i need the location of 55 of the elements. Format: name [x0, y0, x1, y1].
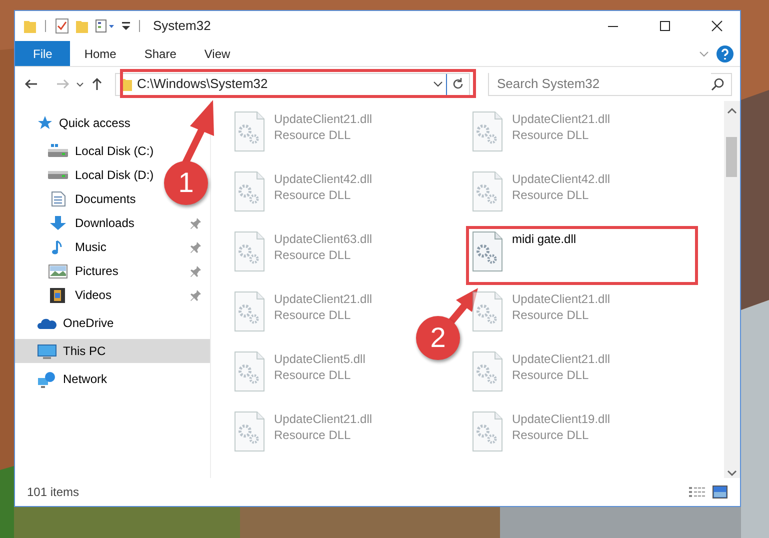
drive-icon: [47, 170, 69, 180]
dll-file-icon: [471, 291, 504, 333]
navigation-item[interactable]: Local Disk (C:): [15, 139, 160, 163]
ribbon-tab[interactable]: Home: [70, 41, 130, 66]
dll-file-icon: [471, 171, 504, 213]
details-view-icon[interactable]: [688, 485, 706, 499]
dll-file-icon: [233, 351, 266, 393]
separator-icon: [137, 18, 143, 34]
dll-file-icon: [233, 291, 266, 333]
dll-file-icon: [233, 111, 266, 153]
navigation-item[interactable]: Music: [15, 235, 210, 259]
dll-file-icon: [471, 411, 504, 453]
navigation-item[interactable]: Documents: [15, 187, 142, 211]
separator-icon: [43, 18, 49, 34]
pin-icon: [190, 289, 202, 301]
pin-icon: [190, 217, 202, 229]
search-field[interactable]: Search System32: [488, 72, 732, 96]
navigation-item[interactable]: OneDrive: [15, 311, 120, 335]
dll-file-icon: [471, 231, 504, 273]
navigation-item[interactable]: Pictures: [15, 259, 210, 283]
pin-icon: [190, 241, 202, 253]
window-title: System32: [153, 17, 211, 36]
maximize-icon: [659, 20, 671, 32]
vertical-scrollbar[interactable]: [724, 101, 740, 478]
navigation-item[interactable]: Local Disk (D:): [15, 163, 160, 187]
view-icon[interactable]: [95, 18, 115, 34]
ribbon-tab[interactable]: Share: [130, 41, 190, 66]
scroll-up-icon[interactable]: [726, 106, 738, 116]
network-icon: [37, 370, 57, 388]
ribbon-tab[interactable]: View: [190, 41, 244, 66]
navigation-item[interactable]: This PC: [15, 339, 210, 363]
dll-file-icon: [233, 411, 266, 453]
dll-file-icon: [471, 351, 504, 393]
drive-icon: [47, 142, 69, 160]
item-count: 101 items: [27, 484, 80, 501]
large-icons-view-icon[interactable]: [712, 485, 728, 499]
dll-file-icon: [471, 111, 504, 153]
file-tab[interactable]: File: [15, 41, 70, 66]
file-item[interactable]: midi gate.dll: [471, 231, 576, 273]
pin-icon: [190, 265, 202, 277]
properties-icon[interactable]: [55, 18, 69, 34]
dll-file-icon: [233, 231, 266, 273]
scroll-down-icon[interactable]: [726, 468, 738, 478]
navigation-item[interactable]: Quick access: [15, 111, 136, 135]
help-icon[interactable]: [716, 44, 734, 62]
navigation-item[interactable]: Network: [15, 367, 114, 391]
scrollbar-thumb[interactable]: [726, 137, 737, 177]
image-icon: [47, 262, 69, 280]
close-icon: [711, 20, 723, 32]
monitor-icon: [37, 342, 57, 360]
search-icon[interactable]: [711, 77, 725, 91]
navigation-item[interactable]: Videos: [15, 283, 210, 307]
navigation-item[interactable]: Downloads: [15, 211, 210, 235]
star-icon: [37, 114, 53, 132]
dll-file-icon: [233, 171, 266, 213]
